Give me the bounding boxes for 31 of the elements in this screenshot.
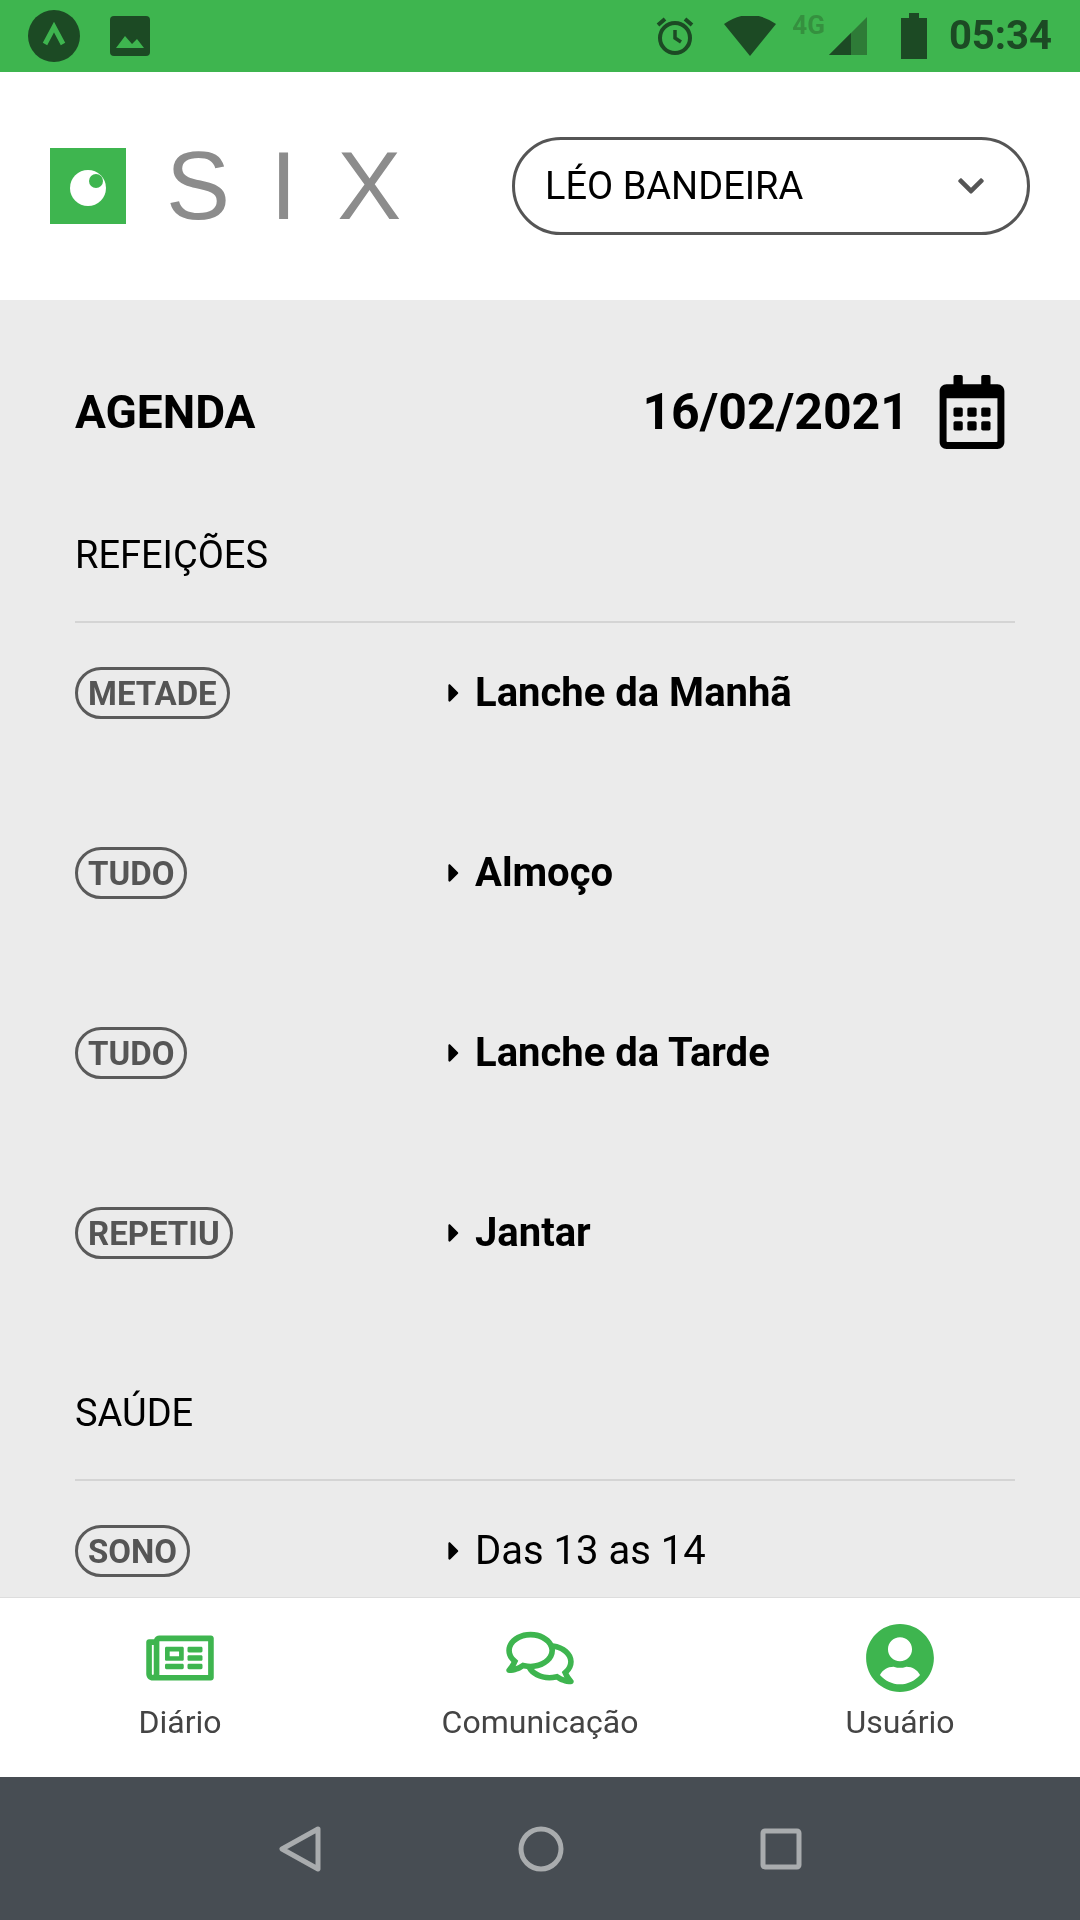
status-badge: SONO [75,1525,191,1577]
status-badge: METADE [75,667,230,719]
meal-label[interactable]: Lanche da Manhã [475,663,792,723]
time-label[interactable]: Das 13 as 14 [475,1521,706,1581]
clock-time: 05:34 [948,11,1052,61]
app-logo-icon [28,10,80,62]
recents-icon[interactable] [760,1827,802,1870]
user-select[interactable]: LÉO BANDEIRA [512,137,1030,235]
agenda-date: 16/02/2021 [642,381,909,443]
meal-label[interactable]: Almoço [475,843,614,903]
logo-wordmark: SIX [166,138,442,234]
status-badge: TUDO [75,847,188,899]
status-badge: REPETIU [75,1207,233,1259]
wifi-icon [724,16,777,56]
user-avatar-icon [865,1623,935,1693]
signal-icon [828,17,867,55]
back-icon[interactable] [278,1824,322,1873]
meal-label[interactable]: Jantar [475,1203,591,1263]
status-badge: TUDO [75,1027,188,1079]
calendar-icon[interactable] [939,375,1005,449]
home-icon[interactable] [518,1825,564,1872]
agenda-title: AGENDA [75,383,256,441]
section-heading: REFEIÇÕES [75,531,269,579]
nav-tab[interactable]: Usuário [720,1598,1080,1777]
nav-tab[interactable]: Comunicação [360,1598,720,1777]
meal-label[interactable]: Lanche da Tarde [475,1023,770,1083]
section-heading: SAÚDE [75,1389,195,1437]
nav-tab[interactable]: Diário [0,1598,360,1777]
image-icon [110,16,150,56]
logo-mark-icon [50,148,126,224]
battery-icon [900,13,927,59]
